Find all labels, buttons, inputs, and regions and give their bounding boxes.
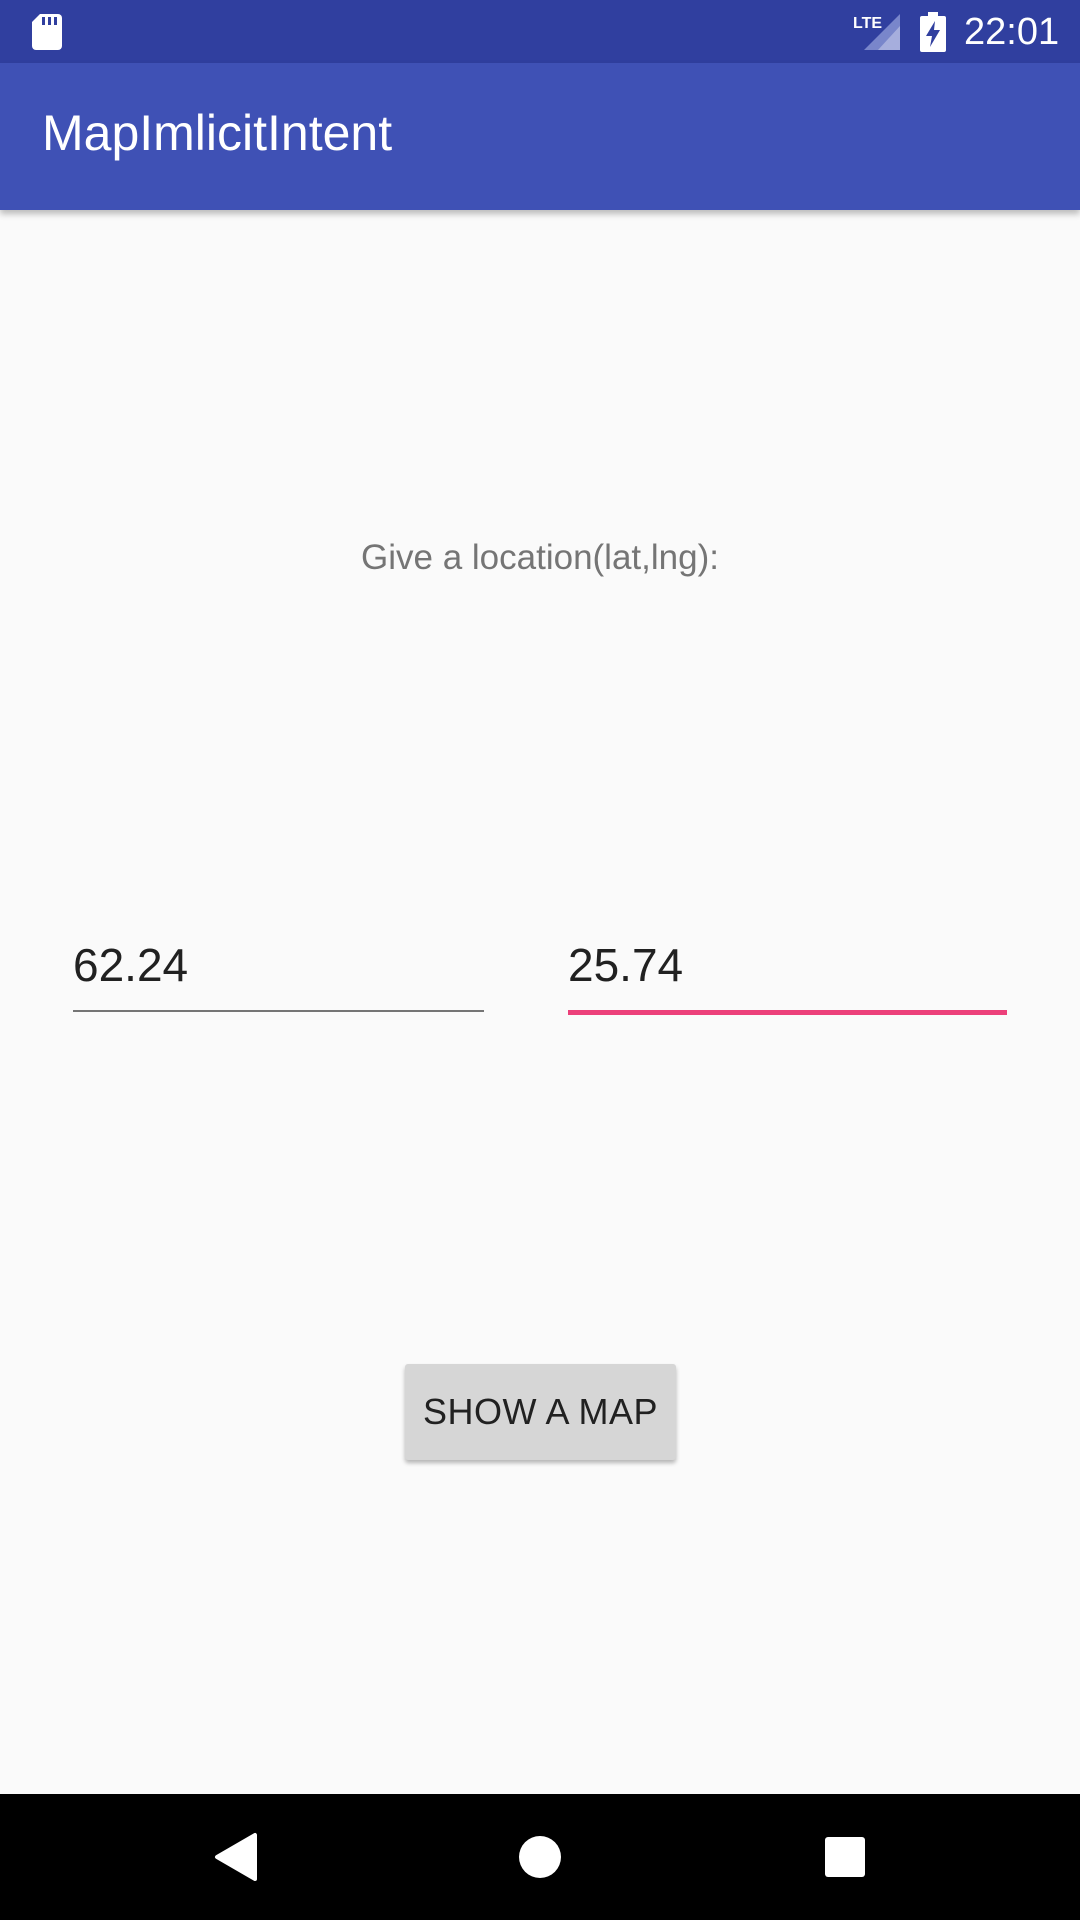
latitude-field[interactable] xyxy=(73,930,484,1012)
status-clock: 22:01 xyxy=(964,11,1060,53)
screen: LTE 22:01 MapImlicitIntent Give a locati… xyxy=(0,0,1080,1920)
battery-charging-icon xyxy=(920,12,946,52)
app-title: MapImlicitIntent xyxy=(42,105,393,161)
longitude-field[interactable] xyxy=(568,930,1007,1015)
sd-card-icon xyxy=(32,14,62,50)
svg-text:LTE: LTE xyxy=(853,15,882,32)
lte-signal-icon: LTE xyxy=(853,14,900,50)
show-map-button[interactable]: SHOW A MAP xyxy=(405,1364,676,1460)
navigation-bar xyxy=(0,1794,1080,1920)
home-icon[interactable] xyxy=(505,1822,575,1892)
longitude-input[interactable] xyxy=(568,930,1007,1000)
location-prompt: Give a location(lat,lng): xyxy=(361,538,719,577)
status-bar: LTE 22:01 xyxy=(0,0,1080,63)
recents-icon[interactable] xyxy=(810,1822,880,1892)
latitude-input[interactable] xyxy=(73,930,484,1000)
app-bar: MapImlicitIntent xyxy=(0,63,1080,210)
back-icon[interactable] xyxy=(200,1822,270,1892)
